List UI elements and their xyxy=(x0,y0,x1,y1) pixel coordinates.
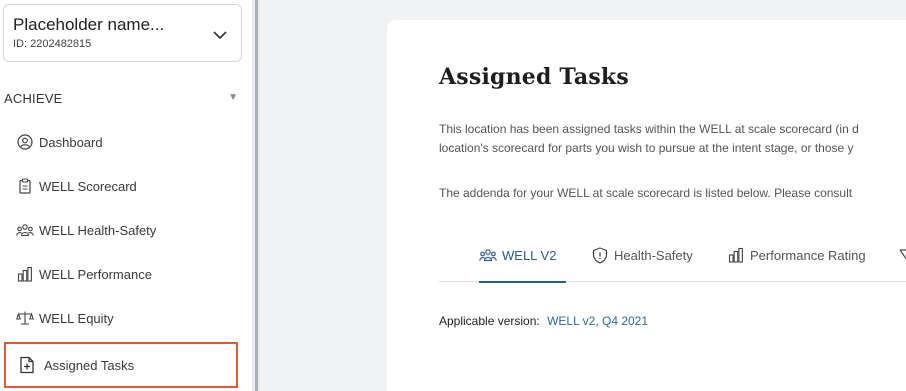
shield-icon xyxy=(591,246,609,264)
tab-bar: WELL V2 Health-Safety Performance Rating xyxy=(439,228,906,283)
sidebar-item-label: WELL Equity xyxy=(39,310,114,326)
version-link[interactable]: WELL v2, Q4 2021 xyxy=(547,314,648,328)
project-name: Placeholder name... xyxy=(13,15,165,34)
tab-label: Health-Safety xyxy=(614,247,693,263)
sidebar-item-well-performance[interactable]: WELL Performance xyxy=(4,254,238,294)
section-label: ACHIEVE xyxy=(4,91,63,106)
project-selector[interactable]: Placeholder name... ID: 2202482815 xyxy=(3,4,242,62)
sidebar-item-dashboard[interactable]: Dashboard xyxy=(4,122,238,162)
tab-performance-rating[interactable]: Performance Rating xyxy=(727,228,866,282)
sidebar-item-label: Dashboard xyxy=(39,134,103,150)
sidebar-item-label: WELL Health-Safety xyxy=(39,222,157,238)
page-title: Assigned Tasks xyxy=(439,64,629,90)
add-document-icon xyxy=(18,356,36,374)
tab-label: Performance Rating xyxy=(750,247,866,263)
people-icon xyxy=(479,246,497,264)
description-text: location's scorecard for parts you wish … xyxy=(439,141,854,155)
sidebar-item-assigned-tasks[interactable]: Assigned Tasks xyxy=(4,342,238,388)
tab-health-safety[interactable]: Health-Safety xyxy=(591,228,693,282)
people-icon xyxy=(16,221,34,239)
sidebar-divider-handle[interactable] xyxy=(255,0,258,391)
bar-chart-icon xyxy=(727,246,745,264)
caret-down-icon: ▼ xyxy=(228,92,238,103)
addenda-text: The addenda for your WELL at scale score… xyxy=(439,186,853,200)
sidebar-item-label: Assigned Tasks xyxy=(44,357,135,373)
applicable-version: Applicable version: WELL v2, Q4 2021 xyxy=(439,314,648,328)
sidebar-item-well-health-safety[interactable]: WELL Health-Safety xyxy=(4,210,238,250)
partial-icon xyxy=(899,246,906,264)
sidebar-item-label: WELL Scorecard xyxy=(39,178,137,194)
bar-chart-icon xyxy=(16,265,34,283)
sidebar-item-well-scorecard[interactable]: WELL Scorecard xyxy=(4,166,238,206)
scales-icon xyxy=(16,309,34,327)
chevron-down-icon xyxy=(213,27,227,45)
section-achieve[interactable]: ACHIEVE ▼ xyxy=(4,90,240,108)
sidebar-item-label: WELL Performance xyxy=(39,266,152,282)
tab-label: WELL V2 xyxy=(502,247,557,263)
dashboard-icon xyxy=(16,133,34,151)
sidebar-item-well-equity[interactable]: WELL Equity xyxy=(4,298,238,338)
tab-partial[interactable] xyxy=(899,228,906,282)
clipboard-icon xyxy=(16,177,34,195)
project-id: ID: 2202482815 xyxy=(13,38,92,50)
tab-well-v2[interactable]: WELL V2 xyxy=(479,228,566,283)
version-label: Applicable version: xyxy=(439,314,540,328)
description-text: This location has been assigned tasks wi… xyxy=(439,122,859,136)
